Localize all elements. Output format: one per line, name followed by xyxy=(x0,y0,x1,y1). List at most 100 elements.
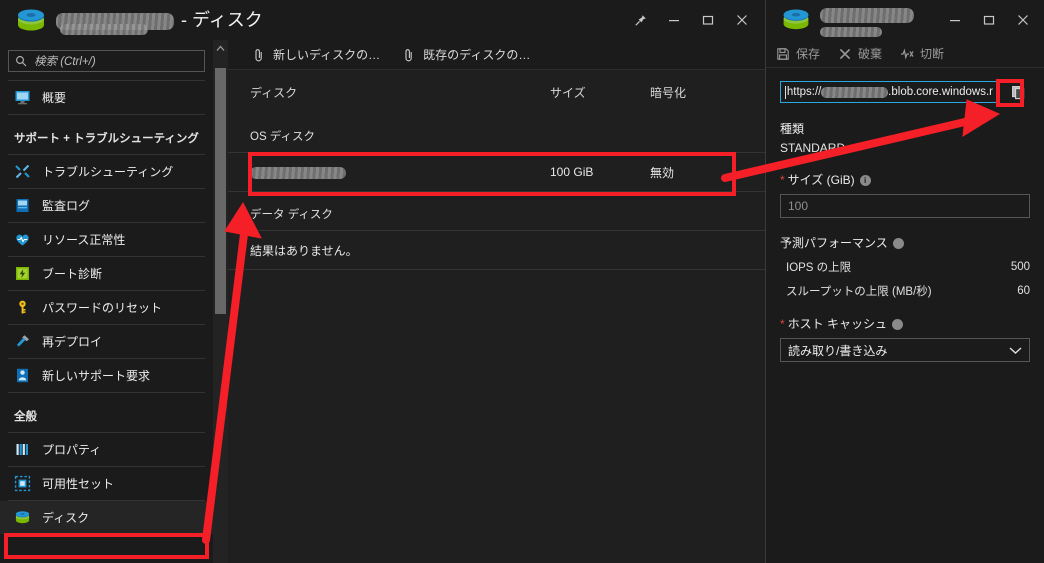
size-input[interactable]: 100 xyxy=(780,194,1030,218)
performance-label-text: 予測パフォーマンス xyxy=(780,236,888,250)
data-disk-empty-message: 結果はありません。 xyxy=(228,230,765,270)
new-disk-button[interactable]: 新しいディスクの… xyxy=(252,46,380,63)
existing-disk-button[interactable]: 既存のディスクの… xyxy=(402,46,530,63)
save-label: 保存 xyxy=(796,47,821,61)
sidebar-item-reset-password[interactable]: パスワードのリセット xyxy=(0,291,213,324)
sidebar-item-overview[interactable]: 概要 xyxy=(0,81,213,114)
redacted-subscription xyxy=(60,24,148,35)
copy-icon xyxy=(1011,85,1024,99)
sidebar-item-label: 概要 xyxy=(42,91,67,105)
throughput-value: 60 xyxy=(1017,285,1030,297)
host-cache-label-text: ホスト キャッシュ xyxy=(787,317,888,331)
sidebar-scrollbar[interactable] xyxy=(213,40,228,563)
minimize-icon[interactable] xyxy=(938,3,972,37)
hammer-icon xyxy=(17,335,29,347)
column-header-encryption: 暗号化 xyxy=(650,85,687,100)
panel-body: https:// .blob.core.windows.r 種類 STANDARD… xyxy=(766,68,1044,362)
sidebar-item-audit-log[interactable]: 監査ログ xyxy=(0,189,213,222)
required-marker: * xyxy=(780,173,785,187)
existing-disk-label: 既存のディスクの… xyxy=(423,48,531,62)
disconnect-button[interactable]: 切断 xyxy=(900,45,944,62)
minimize-icon[interactable] xyxy=(657,3,691,37)
sidebar-item-redeploy[interactable]: 再デプロイ xyxy=(0,325,213,358)
discard-button[interactable]: 破棄 xyxy=(838,45,882,62)
uri-prefix: https:// xyxy=(786,86,822,98)
redacted-disk-title xyxy=(820,8,914,23)
sidebar-item-resource-health[interactable]: リソース正常性 xyxy=(0,223,213,256)
sidebar-item-label: プロパティ xyxy=(42,443,102,457)
new-disk-label: 新しいディスクの… xyxy=(273,48,381,62)
search-input[interactable]: 検索 (Ctrl+/) xyxy=(8,50,205,72)
sidebar-item-properties[interactable]: プロパティ xyxy=(0,433,213,466)
sidebar-item-label: 監査ログ xyxy=(42,199,91,213)
window-controls xyxy=(623,0,759,40)
text-caret xyxy=(785,85,786,99)
save-button[interactable]: 保存 xyxy=(776,45,820,62)
sidebar-item-disks[interactable]: ディスク xyxy=(0,501,213,534)
close-icon[interactable] xyxy=(725,3,759,37)
support-icon xyxy=(17,368,28,383)
availability-set-icon xyxy=(14,475,31,492)
disks-content: ディスク サイズ 暗号化 OS ディスク 100 GiB 無効 データ ディスク… xyxy=(228,70,765,563)
host-cache-label: * ホスト キャッシュ xyxy=(780,315,1030,332)
table-row[interactable]: 100 GiB 無効 xyxy=(228,152,765,192)
required-marker: * xyxy=(780,317,785,331)
sidebar-group-general: 全般 xyxy=(14,411,37,423)
disconnect-label: 切断 xyxy=(920,47,945,61)
page-title-text: - ディスク xyxy=(181,10,263,30)
boot-icon xyxy=(16,267,29,280)
throughput-label: スループットの上限 (MB/秒) xyxy=(786,286,932,298)
host-cache-value: 読み取り/書き込み xyxy=(788,343,888,358)
wrench-icon xyxy=(15,164,30,179)
sidebar-item-label: 可用性セット xyxy=(42,477,115,491)
info-icon[interactable] xyxy=(892,319,904,331)
sidebar-item-label: トラブルシューティング xyxy=(42,165,174,179)
sidebar-item-label: ブート診断 xyxy=(42,267,103,281)
sidebar-item-troubleshooting[interactable]: トラブルシューティング xyxy=(0,155,213,188)
disk-icon xyxy=(18,9,44,31)
data-disk-section-label: データ ディスク xyxy=(250,209,333,221)
url-row: https:// .blob.core.windows.r xyxy=(780,80,1030,104)
cell-disk-name xyxy=(250,165,550,179)
size-label: * サイズ (GiB) i xyxy=(780,171,1030,188)
maximize-icon[interactable] xyxy=(972,3,1006,37)
properties-icon xyxy=(16,444,28,455)
performance-label: 予測パフォーマンス xyxy=(780,234,1030,251)
scrollbar-thumb[interactable] xyxy=(215,68,226,314)
maximize-icon[interactable] xyxy=(691,3,725,37)
scroll-up-icon[interactable] xyxy=(213,40,228,56)
pin-icon[interactable] xyxy=(623,3,657,37)
os-disk-section-label: OS ディスク xyxy=(250,131,316,143)
disk-icon xyxy=(15,511,30,524)
sidebar-item-label: パスワードのリセット xyxy=(42,301,163,315)
sidebar-item-new-support-request[interactable]: 新しいサポート要求 xyxy=(0,359,213,392)
sidebar-item-boot-diagnostics[interactable]: ブート診断 xyxy=(0,257,213,290)
disk-icon xyxy=(783,9,809,30)
info-icon[interactable]: i xyxy=(859,175,871,187)
sidebar-item-label: ディスク xyxy=(42,511,90,525)
sidebar-group-support: サポート + トラブルシューティング xyxy=(14,133,199,145)
table-header: ディスク サイズ 暗号化 xyxy=(228,70,765,114)
disk-type-value: STANDARD xyxy=(780,141,846,155)
sidebar-item-label: 新しいサポート要求 xyxy=(42,369,151,383)
close-icon[interactable] xyxy=(1006,3,1040,37)
nav-list: 概要 サポート + トラブルシューティング トラブルシューティング 監査ログ リ… xyxy=(0,80,213,534)
book-icon xyxy=(16,199,29,212)
attach-icon xyxy=(255,48,262,61)
attach-icon xyxy=(405,48,412,61)
cell-disk-size: 100 GiB xyxy=(550,165,594,179)
iops-row: IOPS の上限 500 xyxy=(780,259,1030,275)
search-placeholder: 検索 (Ctrl+/) xyxy=(34,56,96,68)
heart-icon xyxy=(16,234,29,246)
info-icon[interactable] xyxy=(892,238,904,250)
iops-label: IOPS の上限 xyxy=(786,262,852,274)
sidebar-item-availability-set[interactable]: 可用性セット xyxy=(0,467,213,500)
redacted-disk-name xyxy=(250,166,346,179)
copy-button[interactable] xyxy=(1006,80,1030,104)
redacted-disk-subtitle xyxy=(820,27,882,37)
redacted-storage-account xyxy=(821,86,889,98)
x-icon xyxy=(839,48,851,59)
disks-command-bar: 新しいディスクの… 既存のディスクの… xyxy=(228,40,765,70)
disk-uri-input[interactable]: https:// .blob.core.windows.r xyxy=(780,81,998,103)
host-cache-select[interactable]: 読み取り/書き込み xyxy=(780,338,1030,362)
